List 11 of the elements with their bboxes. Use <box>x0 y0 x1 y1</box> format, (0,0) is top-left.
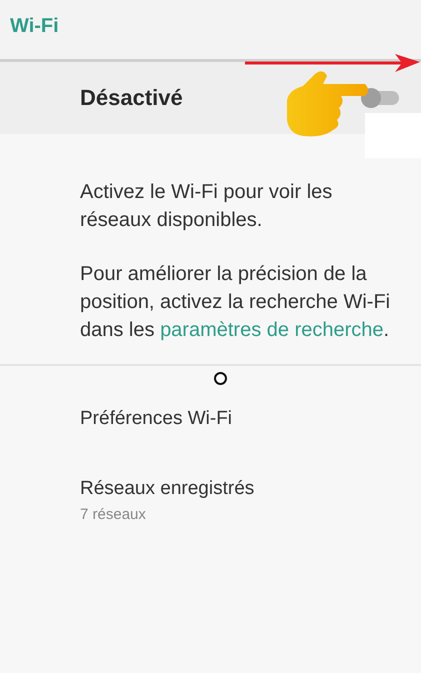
hint-text: Pour améliorer la précision de la position, activez la recherche Wi-Fi dans les paramètres de recherche. <box>80 262 392 343</box>
screen-title: Wi-Fi <box>10 15 59 38</box>
tap-circle-icon <box>214 372 227 385</box>
switch-label: Désactivé <box>80 85 183 111</box>
item-subtitle: 7 réseaux <box>80 506 147 523</box>
list-item[interactable]: Réseaux enregistrés 7 réseaux <box>80 478 421 523</box>
arrow-icon <box>245 53 420 73</box>
list-item[interactable]: Préférences Wi-Fi <box>80 408 421 430</box>
message-text: Activez le Wi-Fi pour voir les réseaux disponibles. <box>80 180 334 233</box>
toggle-switch[interactable] <box>363 91 399 105</box>
item-title: Réseaux enregistrés <box>80 478 256 500</box>
